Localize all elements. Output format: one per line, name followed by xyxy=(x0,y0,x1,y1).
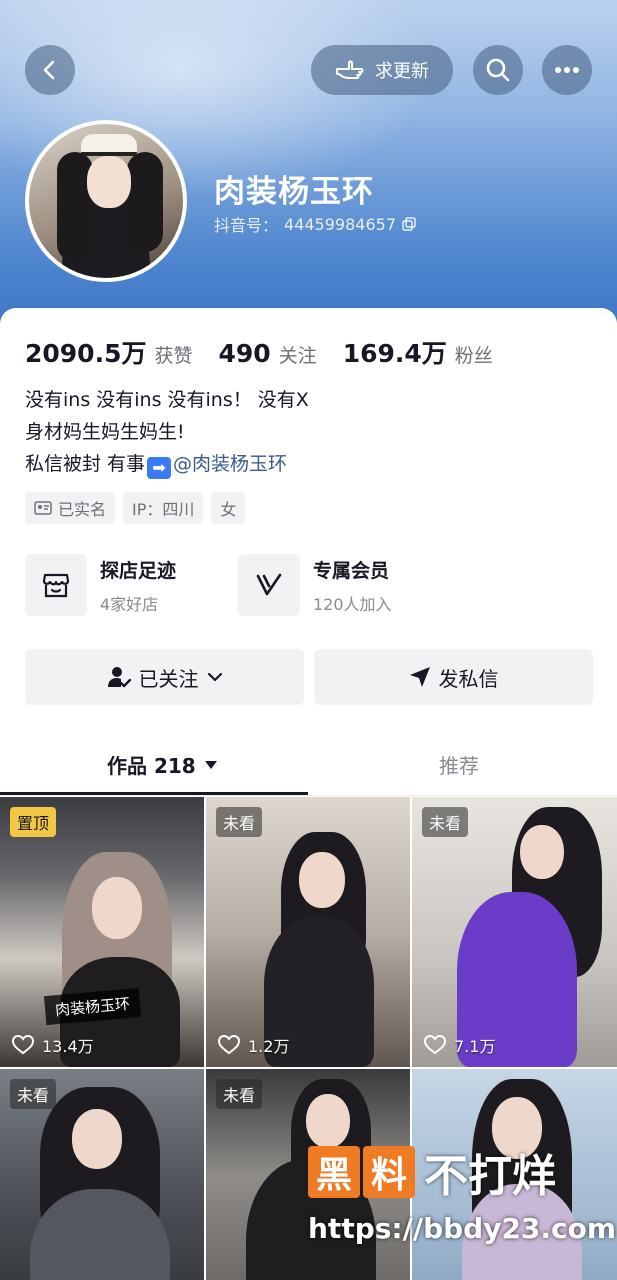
avatar-face xyxy=(87,156,131,208)
send-message-label: 发私信 xyxy=(438,666,499,691)
tag-gender-label: 女 xyxy=(220,500,237,519)
site-watermark-logo: 黑 料 xyxy=(308,1146,418,1198)
tab-works[interactable]: 作品 218 xyxy=(107,750,218,779)
pointing-hand-icon xyxy=(336,60,364,79)
heart-icon xyxy=(12,1035,34,1055)
like-count: 13.4万 xyxy=(12,1033,94,1057)
back-button[interactable] xyxy=(25,45,75,95)
bio-mention-link[interactable]: @肉装杨玉环 xyxy=(173,453,287,475)
feature-icon-box xyxy=(25,554,87,616)
tag-verified-label: 已实名 xyxy=(58,500,107,519)
figure-head xyxy=(72,1109,122,1169)
member-v-icon xyxy=(256,573,282,596)
profile-name: 肉装杨玉环 xyxy=(214,174,374,210)
stat-likes[interactable]: 2090.5万 获赞 xyxy=(25,334,193,370)
stat-followers[interactable]: 169.4万 粉丝 xyxy=(343,334,493,370)
unseen-badge: 未看 xyxy=(216,807,263,837)
send-icon xyxy=(409,667,430,687)
unseen-badge: 未看 xyxy=(422,807,469,837)
avatar-hair xyxy=(127,152,163,252)
bio-text: 私信被封 有事 xyxy=(25,453,146,475)
profile-header: 求更新 肉装杨玉环 抖音号： 44459984657 xyxy=(0,0,617,340)
followed-button[interactable]: 已关注 xyxy=(25,649,304,705)
followed-label: 已关注 xyxy=(138,666,199,691)
stat-following[interactable]: 490 关注 xyxy=(219,339,317,368)
douyin-id-label: 抖音号： xyxy=(214,216,279,235)
copy-icon[interactable] xyxy=(402,217,416,231)
id-card-icon xyxy=(34,501,52,515)
feature-subtitle: 120人加入 xyxy=(313,594,392,614)
like-count: 1.2万 xyxy=(218,1033,289,1057)
feature-title: 探店足迹 xyxy=(100,559,177,582)
site-watermark-logo-char: 黑 xyxy=(308,1146,360,1198)
tab-recommend[interactable]: 推荐 xyxy=(439,750,479,779)
tag-gender: 女 xyxy=(211,492,246,524)
bio-line: 身材妈生妈生妈生! xyxy=(25,421,185,443)
like-count: 7.1万 xyxy=(424,1033,495,1057)
search-button[interactable] xyxy=(473,45,523,95)
douyin-id: 抖音号： 44459984657 xyxy=(214,212,416,236)
site-watermark-logo-char: 料 xyxy=(363,1146,415,1198)
more-dots-icon xyxy=(555,67,579,73)
site-watermark-row: 黑 料 不打烊 xyxy=(308,1140,598,1204)
tag-ip: IP：四川 xyxy=(123,492,204,524)
stat-number: 490 xyxy=(218,339,271,368)
bio-line: 私信被封 有事 ➡ @肉装杨玉环 xyxy=(25,448,309,480)
stat-label: 粉丝 xyxy=(454,345,493,367)
site-watermark-url: https://bbdy23.com xyxy=(308,1212,617,1245)
unseen-badge: 未看 xyxy=(10,1079,57,1109)
stat-label: 关注 xyxy=(278,345,317,367)
figure-head xyxy=(92,877,142,939)
like-count-value: 7.1万 xyxy=(454,1037,496,1056)
chevron-down-icon xyxy=(207,672,222,682)
tab-works-label: 作品 218 xyxy=(107,754,196,778)
site-watermark: 黑 料 不打烊 https://bbdy23.com xyxy=(308,1140,617,1260)
action-buttons: 已关注 发私信 xyxy=(25,649,593,705)
feature-icon-box xyxy=(238,554,300,616)
feature-shop-visits[interactable]: 探店足迹 4家好店 xyxy=(25,554,200,616)
request-update-label: 求更新 xyxy=(375,61,429,82)
stats-row: 2090.5万 获赞 490 关注 169.4万 粉丝 xyxy=(25,334,493,370)
douyin-id-value[interactable]: 44459984657 xyxy=(284,215,396,234)
tag-ip-label: IP：四川 xyxy=(132,500,195,519)
avatar-hair xyxy=(57,152,93,262)
stat-number: 169.4万 xyxy=(342,339,447,368)
video-thumbnail[interactable]: 未看 7.1万 xyxy=(412,797,617,1067)
heart-icon xyxy=(424,1035,446,1055)
chevron-left-icon xyxy=(43,60,55,80)
user-check-icon xyxy=(107,667,131,688)
search-icon xyxy=(486,58,510,82)
tag-verified: 已实名 xyxy=(25,492,116,524)
video-thumbnail[interactable]: 未看 1.2万 xyxy=(206,797,410,1067)
bio-line: 没有ins 没有ins 没有ins！ 没有X xyxy=(25,389,309,411)
stat-label: 获赞 xyxy=(154,345,193,367)
profile-tags: 已实名 IP：四川 女 xyxy=(25,492,246,524)
feature-entries: 探店足迹 4家好店 专属会员 120人加入 xyxy=(25,554,413,616)
avatar-cap xyxy=(81,134,137,156)
site-watermark-text: 不打烊 xyxy=(424,1151,556,1202)
pinned-badge: 置顶 xyxy=(10,807,57,837)
content-tabs: 作品 218 推荐 xyxy=(0,734,617,796)
feature-membership[interactable]: 专属会员 120人加入 xyxy=(238,554,413,616)
feature-title: 专属会员 xyxy=(313,559,390,582)
caret-down-icon xyxy=(204,760,217,769)
avatar[interactable] xyxy=(25,120,187,282)
tab-divider xyxy=(0,795,617,796)
figure-head xyxy=(520,825,564,879)
feature-subtitle: 4家好店 xyxy=(100,594,159,614)
video-thumbnail[interactable]: 未看 xyxy=(0,1069,204,1280)
like-count-value: 1.2万 xyxy=(248,1037,290,1056)
unseen-badge: 未看 xyxy=(216,1079,263,1109)
more-button[interactable] xyxy=(542,45,592,95)
arrow-right-emoji-icon: ➡ xyxy=(147,457,172,479)
figure-head xyxy=(299,852,345,908)
video-thumbnail[interactable]: 置顶 肉装杨玉环 13.4万 xyxy=(0,797,204,1067)
like-count-value: 13.4万 xyxy=(42,1037,94,1056)
shop-icon xyxy=(42,573,70,598)
bio: 没有ins 没有ins 没有ins！ 没有X 身材妈生妈生妈生! 私信被封 有事… xyxy=(25,384,309,480)
send-message-button[interactable]: 发私信 xyxy=(314,649,593,705)
heart-icon xyxy=(218,1035,240,1055)
stat-number: 2090.5万 xyxy=(25,339,147,368)
request-update-button[interactable]: 求更新 xyxy=(311,45,453,95)
